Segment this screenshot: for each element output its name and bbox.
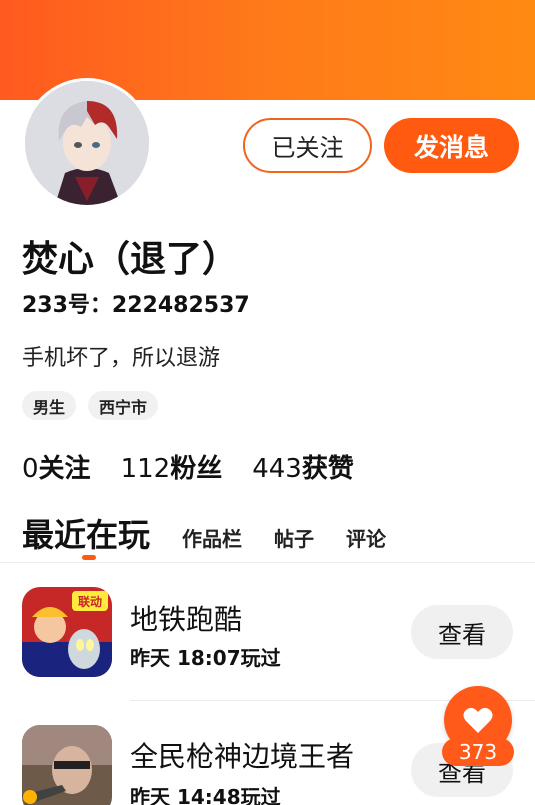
- game-icon-badge: 联动: [78, 595, 102, 609]
- game-played-time: 昨天 18:07玩过: [130, 646, 281, 670]
- view-game-button[interactable]: 查看: [411, 605, 513, 659]
- subway-surfers-game-icon: 联动: [22, 587, 112, 677]
- shooter-game-icon: [22, 725, 112, 805]
- game-title: 全民枪神边境王者: [130, 740, 355, 773]
- stat-fans-label: 粉丝: [170, 454, 223, 484]
- stat-likes-value: 443: [252, 454, 302, 484]
- stat-likes-label: 获赞: [301, 454, 354, 484]
- profile-tabs: 最近在玩 作品栏 帖子 评论: [22, 510, 386, 556]
- location-tag: 西宁市: [88, 391, 159, 420]
- stat-fans[interactable]: 112粉丝: [121, 448, 223, 485]
- tab-indicator: [82, 555, 96, 560]
- tab-posts[interactable]: 帖子: [274, 523, 314, 552]
- stat-likes[interactable]: 443获赞: [252, 448, 354, 485]
- stat-following-label: 关注: [38, 454, 91, 484]
- profile-name: 焚心（退了）: [22, 239, 239, 280]
- tabs-divider: [0, 562, 535, 563]
- heart-icon: [463, 707, 493, 733]
- game-title: 地铁跑酷: [130, 603, 243, 636]
- list-item[interactable]: 联动 地铁跑酷 昨天 18:07玩过 查看: [0, 570, 535, 690]
- followed-button[interactable]: 已关注: [243, 118, 372, 173]
- tab-comments[interactable]: 评论: [346, 523, 386, 552]
- profile-id: 233号：222482537: [22, 293, 250, 318]
- gender-tag: 男生: [22, 391, 77, 420]
- game-played-time: 昨天 14:48玩过: [130, 785, 281, 805]
- send-message-button[interactable]: 发消息: [384, 118, 519, 173]
- stat-following-value: 0: [22, 454, 39, 484]
- tab-recently-played[interactable]: 最近在玩: [22, 510, 150, 556]
- stat-fans-value: 112: [120, 454, 171, 484]
- stats-row: 0关注 112粉丝 443获赞: [22, 448, 354, 485]
- like-count-badge: 373: [442, 738, 514, 766]
- stat-following[interactable]: 0关注: [22, 448, 91, 485]
- tab-works[interactable]: 作品栏: [182, 523, 242, 552]
- avatar-image: [25, 81, 149, 205]
- avatar[interactable]: [22, 78, 152, 208]
- profile-bio: 手机坏了，所以退游: [22, 346, 221, 371]
